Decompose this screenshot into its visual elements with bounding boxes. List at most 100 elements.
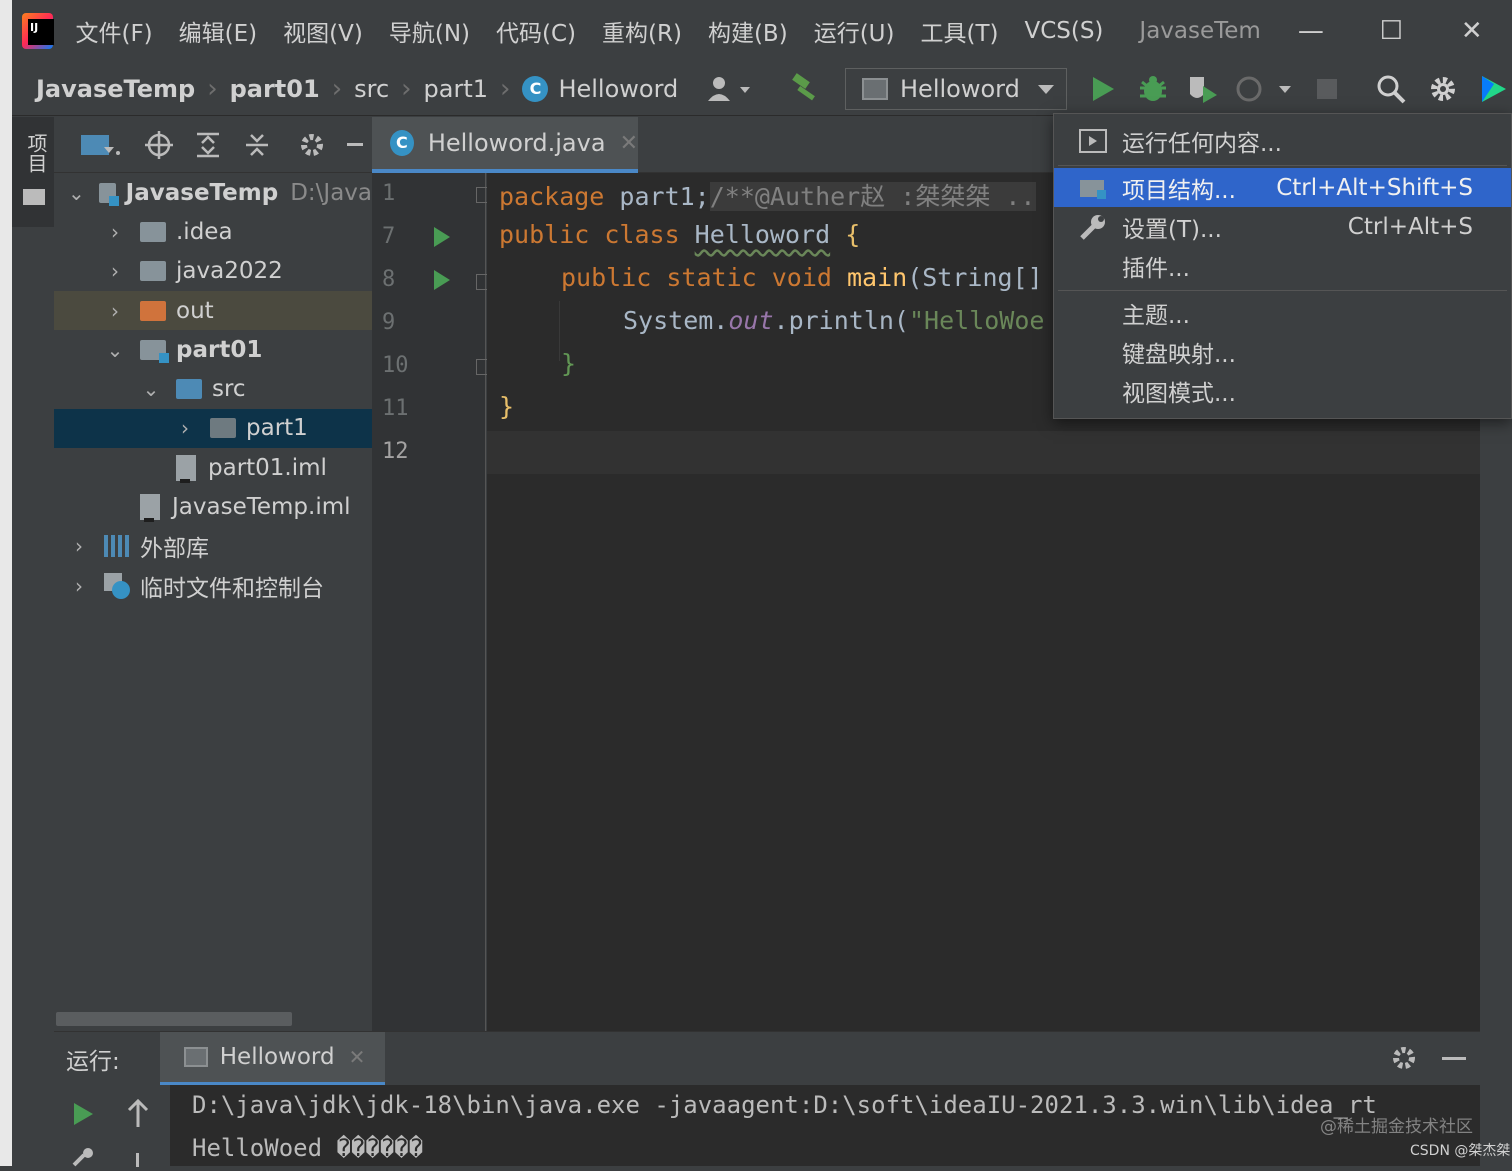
tree-node-part1[interactable]: › part1 bbox=[54, 408, 372, 449]
breadcrumb-module[interactable]: part01 bbox=[230, 75, 320, 103]
chevron-right-icon[interactable]: › bbox=[104, 220, 126, 244]
chevron-down-icon[interactable]: ⌄ bbox=[140, 377, 162, 401]
run-main-gutter-icon[interactable] bbox=[434, 270, 450, 290]
locate-file-icon[interactable] bbox=[145, 130, 173, 160]
menu-item-keymap[interactable]: 键盘映射... bbox=[1054, 332, 1511, 371]
tool-window-stripe-empty bbox=[12, 227, 54, 1166]
settings-gear-icon[interactable] bbox=[1390, 1044, 1418, 1076]
chevron-right-icon[interactable]: › bbox=[104, 259, 126, 283]
search-icon[interactable] bbox=[1374, 72, 1408, 106]
breadcrumb-class-label: Helloword bbox=[558, 74, 679, 103]
close-icon[interactable]: ✕ bbox=[349, 1045, 366, 1069]
menu-item-label: 插件... bbox=[1122, 255, 1190, 282]
tree-node-project-root[interactable]: ⌄ JavaseTemp D:\Java bbox=[54, 173, 372, 212]
tree-node-part01[interactable]: ⌄ part01 bbox=[54, 330, 372, 369]
code-with-me-icon[interactable] bbox=[1476, 72, 1510, 106]
code-token: package bbox=[499, 182, 605, 211]
run-icon[interactable] bbox=[1086, 72, 1120, 106]
chevron-right-icon[interactable]: › bbox=[68, 534, 90, 558]
wrench-icon[interactable] bbox=[72, 1147, 96, 1171]
breadcrumb-package[interactable]: part1 bbox=[424, 75, 489, 103]
hide-minus-icon[interactable] bbox=[1442, 1057, 1466, 1060]
chevron-right-icon[interactable]: › bbox=[104, 299, 126, 323]
code-token: part1; bbox=[604, 182, 710, 211]
menu-tools[interactable]: 工具(T) bbox=[920, 14, 998, 48]
tree-node-src[interactable]: ⌄ src bbox=[54, 369, 372, 408]
menu-item-run-anything[interactable]: 运行任何内容... bbox=[1054, 121, 1511, 160]
window-title: JavaseTem bbox=[1139, 18, 1261, 44]
menu-item-theme[interactable]: 主题... bbox=[1054, 293, 1511, 332]
tree-node-scratches[interactable]: › 临时文件和控制台 bbox=[54, 566, 372, 605]
menu-item-plugins[interactable]: 插件... bbox=[1054, 246, 1511, 285]
tree-node-external-libraries[interactable]: › 外部库 bbox=[54, 527, 372, 566]
settings-gear-icon[interactable] bbox=[1426, 72, 1460, 106]
build-hammer-icon[interactable] bbox=[788, 72, 822, 106]
tree-node-label: part01 bbox=[176, 336, 263, 363]
project-tree: ⌄ JavaseTemp D:\Java › .idea › java2022 … bbox=[54, 173, 372, 605]
tree-node-out[interactable]: › out bbox=[54, 290, 372, 331]
menu-refactor[interactable]: 重构(R) bbox=[602, 14, 682, 48]
library-icon bbox=[104, 535, 130, 558]
tree-node-javasetemp-iml[interactable]: JavaseTemp.iml bbox=[54, 487, 372, 526]
menu-file[interactable]: 文件(F) bbox=[75, 14, 152, 48]
hide-minus-icon[interactable] bbox=[347, 130, 363, 160]
menu-item-shortcut: Ctrl+Alt+S bbox=[1347, 213, 1473, 240]
options-gear-icon[interactable] bbox=[298, 130, 326, 160]
empty-icon-slot bbox=[1078, 253, 1108, 279]
run-with-coverage-icon[interactable] bbox=[1186, 72, 1220, 106]
menu-navigate[interactable]: 导航(N) bbox=[389, 14, 470, 48]
menu-view[interactable]: 视图(V) bbox=[283, 14, 363, 48]
menu-item-view-mode[interactable]: 视图模式... bbox=[1054, 371, 1511, 410]
console-line: HelloWoed ������ bbox=[192, 1134, 424, 1162]
menu-run[interactable]: 运行(U) bbox=[814, 14, 895, 48]
menu-build[interactable]: 构建(B) bbox=[708, 14, 788, 48]
menu-edit[interactable]: 编辑(E) bbox=[179, 14, 257, 48]
tree-node-part01-iml[interactable]: part01.iml bbox=[54, 448, 372, 487]
console-line: D:\java\jdk\jdk-18\bin\java.exe -javaage… bbox=[192, 1091, 1377, 1119]
chevron-right-icon[interactable]: › bbox=[174, 416, 196, 440]
chevron-down-icon[interactable]: ⌄ bbox=[104, 338, 126, 362]
run-configuration-selector[interactable]: Helloword bbox=[845, 68, 1067, 110]
profiler-dropdown-icon[interactable] bbox=[1234, 72, 1296, 106]
chevron-down-icon[interactable]: ⌄ bbox=[68, 181, 85, 205]
menu-item-project-structure[interactable]: 项目结构... Ctrl+Alt+Shift+S bbox=[1054, 168, 1511, 207]
breadcrumb-src[interactable]: src bbox=[354, 75, 389, 103]
horizontal-scrollbar[interactable] bbox=[56, 1012, 292, 1026]
minimize-button[interactable]: — bbox=[1271, 0, 1351, 62]
select-view-dropdown-icon[interactable] bbox=[80, 130, 124, 160]
code-token: (String[] bbox=[907, 263, 1043, 292]
chevron-right-icon[interactable]: › bbox=[68, 574, 90, 598]
debug-bug-icon[interactable] bbox=[1136, 72, 1170, 106]
tree-node-java2022[interactable]: › java2022 bbox=[54, 252, 372, 291]
menu-code[interactable]: 代码(C) bbox=[496, 14, 576, 48]
menu-vcs[interactable]: VCS(S) bbox=[1024, 18, 1103, 44]
tree-node-label: part1 bbox=[246, 415, 308, 442]
tab-run-helloword[interactable]: Helloword ✕ bbox=[159, 1031, 386, 1086]
scroll-up-arrow-icon[interactable] bbox=[126, 1098, 150, 1131]
tab-helloword-java[interactable]: C Helloword.java ✕ bbox=[372, 117, 638, 173]
menu-separator bbox=[1058, 290, 1507, 291]
run-console[interactable]: D:\java\jdk\jdk-18\bin\java.exe -javaage… bbox=[170, 1085, 1480, 1166]
breadcrumb-class[interactable]: C Helloword bbox=[522, 75, 678, 103]
code-token: public static void bbox=[561, 263, 847, 292]
scroll-down-arrow-icon[interactable] bbox=[136, 1153, 139, 1167]
settings-dropdown-menu: 运行任何内容... 项目结构... Ctrl+Alt+Shift+S 设置(T)… bbox=[1053, 113, 1512, 419]
scratches-clock-icon bbox=[104, 572, 130, 599]
code-line-1: package part1;/**@Auther赵 :桀桀桀 .. bbox=[499, 177, 1036, 213]
indent-guide bbox=[559, 301, 560, 361]
maximize-button[interactable]: ☐ bbox=[1351, 0, 1431, 62]
account-dropdown-icon[interactable] bbox=[706, 72, 756, 106]
breadcrumb-project[interactable]: JavaseTemp bbox=[36, 75, 195, 103]
tree-node-idea[interactable]: › .idea bbox=[54, 212, 372, 251]
expand-all-icon[interactable] bbox=[194, 130, 222, 160]
run-class-gutter-icon[interactable] bbox=[434, 227, 450, 247]
menu-item-settings[interactable]: 设置(T)... Ctrl+Alt+S bbox=[1054, 207, 1511, 246]
excluded-folder-icon bbox=[140, 300, 166, 321]
rerun-icon[interactable] bbox=[72, 1101, 94, 1131]
project-tool-window-button[interactable]: 项目 bbox=[22, 133, 51, 173]
close-window-button[interactable]: ✕ bbox=[1432, 0, 1512, 62]
editor-gutter: 1 7 8 9 10 11 12 bbox=[372, 173, 492, 1031]
close-icon[interactable]: ✕ bbox=[620, 131, 638, 156]
collapse-all-icon[interactable] bbox=[243, 130, 271, 160]
run-tab-label: Helloword bbox=[219, 1043, 335, 1070]
